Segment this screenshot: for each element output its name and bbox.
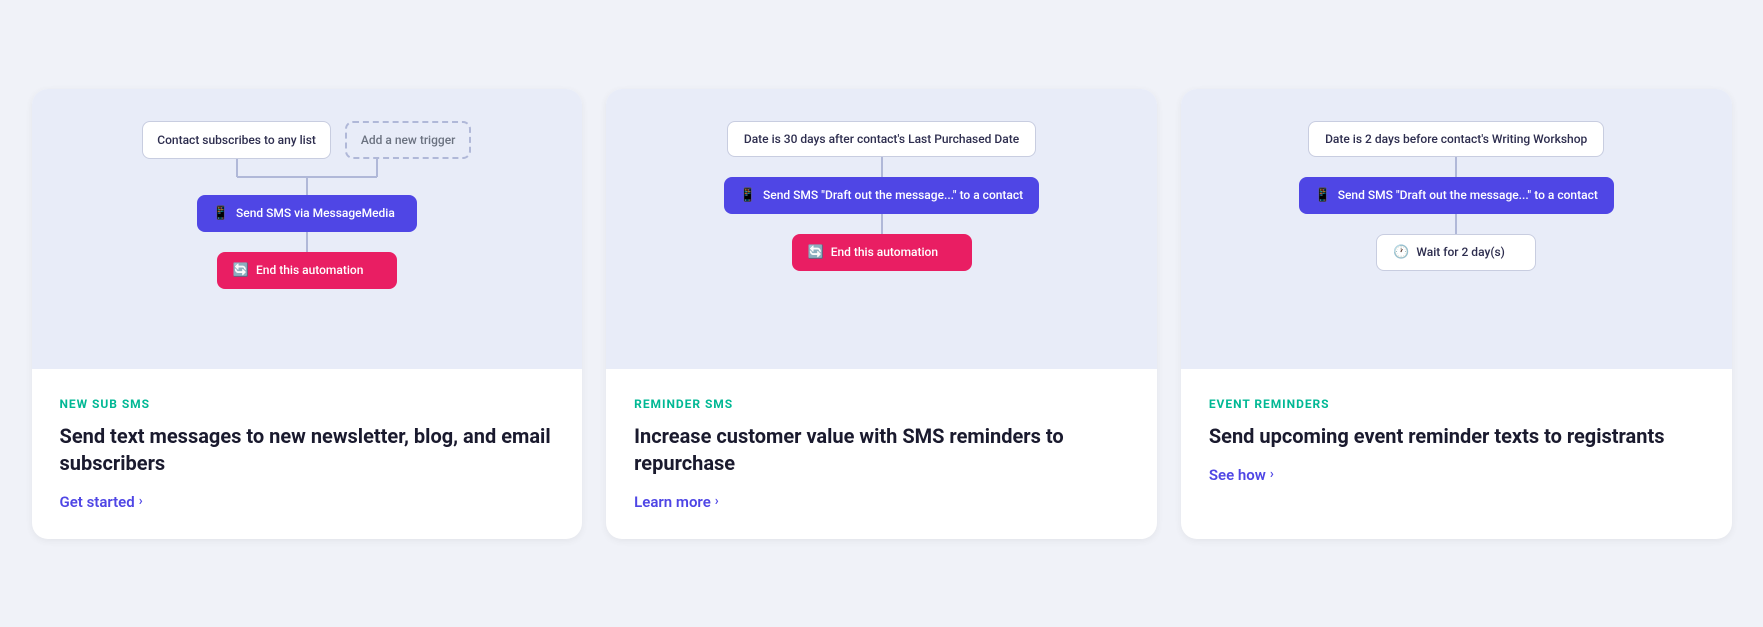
step-send-sms-2: 📱 Send SMS "Draft out the message..." to… (724, 177, 1039, 214)
card-3-link[interactable]: See how › (1209, 466, 1704, 484)
step-wait-3: 🕐 Wait for 2 day(s) (1376, 234, 1536, 271)
trigger-node-event: Date is 2 days before contact's Writing … (1308, 121, 1604, 157)
card-3-content: EVENT REMINDERS Send upcoming event remi… (1181, 369, 1732, 539)
card-1-flow: Contact subscribes to any list Add a new… (56, 121, 559, 289)
step-end-automation-1: 🔄 End this automation (217, 252, 397, 289)
card-2-flow: Date is 30 days after contact's Last Pur… (630, 121, 1133, 271)
step-send-sms-1: 📱 Send SMS via MessageMedia (197, 195, 417, 232)
card-reminder-sms: Date is 30 days after contact's Last Pur… (606, 89, 1157, 539)
connector-3a (1455, 157, 1457, 177)
card-new-sub-sms: Contact subscribes to any list Add a new… (32, 89, 583, 539)
card-2-title: Increase customer value with SMS reminde… (634, 423, 1129, 477)
refresh-icon-2: 🔄 (808, 245, 824, 260)
connector-1 (306, 232, 308, 252)
card-1-triggers: Contact subscribes to any list Add a new… (56, 121, 559, 159)
card-1-diagram: Contact subscribes to any list Add a new… (32, 89, 583, 369)
card-3-flow: Date is 2 days before contact's Writing … (1205, 121, 1708, 271)
refresh-icon-1: 🔄 (233, 263, 249, 278)
card-1-content: NEW SUB SMS Send text messages to new ne… (32, 369, 583, 539)
connector-2b (881, 214, 883, 234)
card-event-reminders: Date is 2 days before contact's Writing … (1181, 89, 1732, 539)
chevron-icon-1: › (139, 494, 143, 509)
connector-2a (881, 157, 883, 177)
card-1-link[interactable]: Get started › (60, 493, 555, 511)
sms-icon-3: 📱 (1315, 188, 1331, 203)
trigger-node-reminder: Date is 30 days after contact's Last Pur… (727, 121, 1036, 157)
card-3-tag: EVENT REMINDERS (1209, 397, 1704, 411)
branch-connector-svg (167, 159, 447, 195)
card-3-diagram: Date is 2 days before contact's Writing … (1181, 89, 1732, 369)
card-2-tag: REMINDER SMS (634, 397, 1129, 411)
card-3-title: Send upcoming event reminder texts to re… (1209, 423, 1704, 450)
card-2-link[interactable]: Learn more › (634, 493, 1129, 511)
card-2-content: REMINDER SMS Increase customer value wit… (606, 369, 1157, 539)
chevron-icon-3: › (1270, 467, 1274, 482)
chevron-icon-2: › (715, 494, 719, 509)
sms-icon-1: 📱 (213, 206, 229, 221)
trigger-node-2-dashed: Add a new trigger (345, 121, 471, 159)
step-end-automation-2: 🔄 End this automation (792, 234, 972, 271)
connector-3b (1455, 214, 1457, 234)
cards-container: Contact subscribes to any list Add a new… (32, 89, 1732, 539)
clock-icon-3: 🕐 (1393, 245, 1409, 260)
card-2-diagram: Date is 30 days after contact's Last Pur… (606, 89, 1157, 369)
step-send-sms-3: 📱 Send SMS "Draft out the message..." to… (1299, 177, 1614, 214)
sms-icon-2: 📱 (740, 188, 756, 203)
trigger-node-1: Contact subscribes to any list (142, 121, 331, 159)
card-1-title: Send text messages to new newsletter, bl… (60, 423, 555, 477)
card-1-tag: NEW SUB SMS (60, 397, 555, 411)
